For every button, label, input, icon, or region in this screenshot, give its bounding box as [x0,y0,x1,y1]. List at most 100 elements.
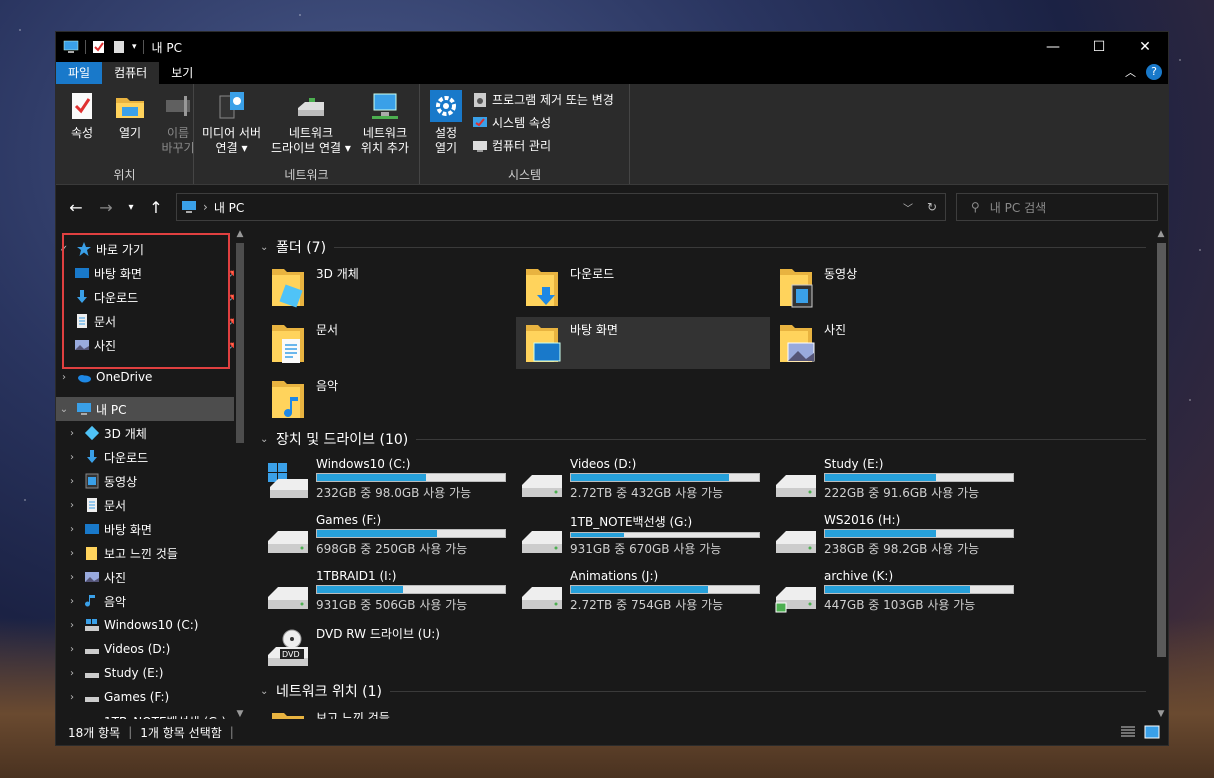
folder-item[interactable]: 사진 [770,317,1024,369]
system-properties-button[interactable]: 시스템 속성 [472,113,614,132]
expand-chevron-icon[interactable]: ⌄ [56,404,72,415]
close-button[interactable]: ✕ [1122,32,1168,62]
media-server-button[interactable]: 미디어 서버 연결 ▾ [198,88,265,166]
collapse-chevron-icon[interactable]: ⌄ [260,434,276,445]
address-dropdown-icon[interactable]: ﹀ [903,200,913,215]
nav-pc-item[interactable]: › 바탕 화면 [56,517,246,541]
ribbon-collapse-icon[interactable]: ︿ [1125,64,1136,80]
drive-usage-fill [317,586,404,593]
tab-computer[interactable]: 컴퓨터 [102,62,160,84]
nav-pc-item[interactable]: › 동영상 [56,469,246,493]
computer-management-button[interactable]: 컴퓨터 관리 [472,136,614,155]
search-box[interactable]: ⚲ 내 PC 검색 [956,193,1158,221]
scrollbar-thumb[interactable] [236,243,244,443]
folder-item[interactable]: 다운로드 [516,261,770,313]
minimize-button[interactable]: — [1030,32,1076,62]
up-button[interactable]: ↑ [146,198,166,217]
expand-chevron-icon[interactable]: › [64,452,80,463]
drive-usage-bar [316,529,506,538]
nav-pc-item[interactable]: › Videos (D:) [56,637,246,661]
network-folder-item[interactable]: 보고 느낀 것들 [262,705,516,719]
uninstall-program-button[interactable]: 프로그램 제거 또는 변경 [472,90,614,109]
drive-item[interactable]: Videos (D:) 2.72TB 중 432GB 사용 가능 [516,453,770,505]
tab-file[interactable]: 파일 [56,62,103,84]
folder-item[interactable]: 문서 [262,317,516,369]
nav-this-pc[interactable]: ⌄ 내 PC [56,397,246,421]
nav-pc-item[interactable]: › 3D 개체 [56,421,246,445]
expand-chevron-icon[interactable]: › [64,692,80,703]
drive-item[interactable]: Animations (J:) 2.72TB 중 754GB 사용 가능 [516,565,770,617]
open-button[interactable]: 열기 [108,88,152,166]
nav-pc-item[interactable]: › Windows10 (C:) [56,613,246,637]
expand-chevron-icon[interactable]: › [56,372,72,383]
help-icon[interactable]: ? [1146,64,1162,80]
details-view-icon[interactable] [1120,725,1136,739]
expand-chevron-icon[interactable]: › [64,620,80,631]
nav-pc-item[interactable]: › Study (E:) [56,661,246,685]
main-pane-scrollbar[interactable]: ▲ ▼ [1154,229,1168,719]
drive-item[interactable]: Study (E:) 222GB 중 91.6GB 사용 가능 [770,453,1024,505]
expand-chevron-icon[interactable]: › [64,524,80,535]
expand-chevron-icon[interactable]: › [64,572,80,583]
drive-free-space: 931GB 중 506GB 사용 가능 [316,598,468,612]
settings-gear-icon [430,90,462,122]
drive-item[interactable]: Games (F:) 698GB 중 250GB 사용 가능 [262,509,516,561]
expand-chevron-icon[interactable]: › [64,476,80,487]
drive-item[interactable]: 1TB_NOTE백선생 (G:) 931GB 중 670GB 사용 가능 [516,509,770,561]
drive-item[interactable]: Windows10 (C:) 232GB 중 98.0GB 사용 가능 [262,453,516,505]
drive-item[interactable]: archive (K:) 447GB 중 103GB 사용 가능 [770,565,1024,617]
address-bar[interactable]: › 내 PC ﹀ ↻ [176,193,946,221]
tab-view[interactable]: 보기 [159,62,205,84]
folder-item[interactable]: 바탕 화면 [516,317,770,369]
open-settings-button[interactable]: 설정 열기 [424,88,468,166]
back-button[interactable]: ← [66,198,86,217]
hard-drive-icon [522,531,562,553]
nav-pc-item[interactable]: ›1TB_NOTE백선생 (G:) [56,709,246,720]
properties-qa-icon[interactable] [92,40,106,54]
section-network[interactable]: ⌄ 네트워크 위치 (1) [260,679,1168,703]
drive-item[interactable]: 1TBRAID1 (I:) 931GB 중 506GB 사용 가능 [262,565,516,617]
scrollbar-thumb[interactable] [1157,243,1166,657]
collapse-chevron-icon[interactable]: ⌄ [260,686,276,697]
folder-item[interactable]: 3D 개체 [262,261,516,313]
add-network-location-button[interactable]: 네트워크 위치 추가 [357,88,413,166]
qa-dropdown-icon[interactable]: ▾ [132,42,137,52]
section-drives[interactable]: ⌄ 장치 및 드라이브 (10) [260,427,1168,451]
nav-pc-item[interactable]: › 보고 느낀 것들 [56,541,246,565]
expand-chevron-icon[interactable]: › [64,548,80,559]
folder-item[interactable]: 음악 [262,373,516,425]
recent-locations-button[interactable]: ▾ [126,202,136,213]
large-icons-view-icon[interactable] [1144,725,1160,739]
scroll-down-icon[interactable]: ▼ [1154,709,1168,719]
nav-pc-item[interactable]: › Games (F:) [56,685,246,709]
nav-pane-scrollbar[interactable]: ▲ ▼ [234,229,246,719]
expand-chevron-icon[interactable]: › [64,428,80,439]
nav-pc-item[interactable]: › 사진 [56,565,246,589]
folder-item[interactable]: 동영상 [770,261,1024,313]
expand-chevron-icon[interactable]: › [64,644,80,655]
expand-chevron-icon[interactable]: › [64,668,80,679]
nav-pc-item[interactable]: › 다운로드 [56,445,246,469]
search-icon: ⚲ [971,200,980,214]
scroll-down-icon[interactable]: ▼ [234,709,246,719]
breadcrumb-this-pc[interactable]: 내 PC [214,199,244,216]
expand-chevron-icon[interactable]: › [64,500,80,511]
expand-chevron-icon[interactable]: › [64,596,80,607]
drive-item[interactable]: WS2016 (H:) 238GB 중 98.2GB 사용 가능 [770,509,1024,561]
map-drive-button[interactable]: 네트워크 드라이브 연결 ▾ [267,88,355,166]
drive-item[interactable]: DVD DVD RW 드라이브 (U:) [262,621,516,673]
nav-pc-item[interactable]: › 음악 [56,589,246,613]
search-placeholder: 내 PC 검색 [989,200,1047,215]
forward-button[interactable]: → [96,198,116,217]
scroll-up-icon[interactable]: ▲ [1154,229,1168,239]
refresh-icon[interactable]: ↻ [927,200,937,214]
new-folder-qa-icon[interactable] [112,40,126,54]
drive-icon-wrapper [266,517,310,561]
scroll-up-icon[interactable]: ▲ [234,229,246,239]
nav-pc-item[interactable]: › 문서 [56,493,246,517]
maximize-button[interactable]: ☐ [1076,32,1122,62]
collapse-chevron-icon[interactable]: ⌄ [260,242,276,253]
drive-usage-bar [824,473,1014,482]
properties-button[interactable]: 속성 [60,88,104,166]
section-folders[interactable]: ⌄ 폴더 (7) [260,235,1168,259]
